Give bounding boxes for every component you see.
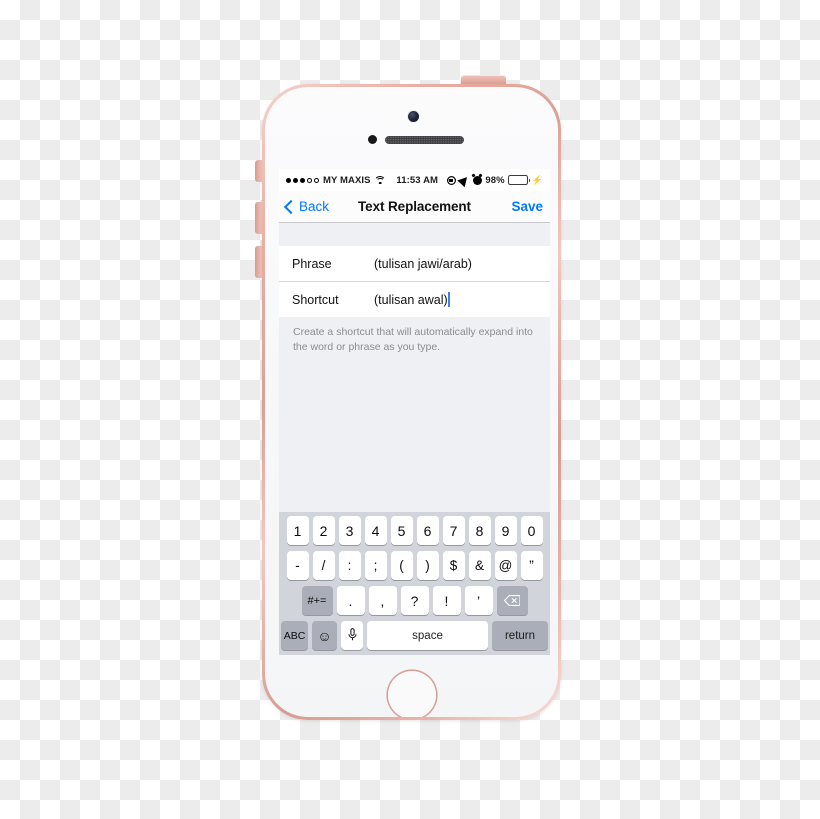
key-2[interactable]: 2 [312, 516, 335, 545]
chevron-left-icon [283, 199, 299, 214]
key-4[interactable]: 4 [364, 516, 387, 545]
phrase-input[interactable]: (tulisan jawi/arab) [374, 257, 537, 271]
earpiece-speaker-icon [385, 136, 464, 144]
key-apostrophe[interactable]: ’ [464, 586, 493, 615]
key-paren-open[interactable]: ( [390, 551, 413, 580]
key-quote[interactable]: ” [520, 551, 543, 580]
shortcut-input[interactable]: (tulisan awal) [374, 292, 537, 307]
phrase-value: (tulisan jawi/arab) [374, 256, 472, 271]
wifi-icon [374, 175, 387, 185]
key-paren-close[interactable]: ) [416, 551, 439, 580]
phone-frame: MY MAXIS 11:53 AM 98% ⚡ Back Text Replac… [262, 84, 561, 720]
proximity-sensor-icon [368, 135, 377, 144]
back-button-label: Back [299, 199, 330, 214]
phrase-row[interactable]: Phrase (tulisan jawi/arab) [279, 246, 550, 281]
keyboard-row-bottom: ABC ☺ space return [281, 621, 548, 650]
home-button[interactable] [387, 671, 436, 717]
key-5[interactable]: 5 [390, 516, 413, 545]
shortcut-label: Shortcut [292, 292, 339, 307]
key-hyphen[interactable]: - [286, 551, 309, 580]
dictation-key[interactable] [341, 621, 363, 650]
keyboard-row-numbers: 1 2 3 4 5 6 7 8 9 0 [281, 516, 548, 545]
key-semicolon[interactable]: ; [364, 551, 387, 580]
shortcut-value: (tulisan awal) [374, 292, 448, 307]
microphone-icon [348, 627, 357, 644]
clock-label: 11:53 AM [396, 174, 439, 186]
key-comma[interactable]: , [368, 586, 397, 615]
carrier-label: MY MAXIS [323, 174, 371, 186]
keyboard-row-symbols: - / : ; ( ) $ & @ ” [281, 551, 548, 580]
section-gap [279, 223, 550, 246]
shortcut-row[interactable]: Shortcut (tulisan awal) [279, 281, 550, 317]
key-colon[interactable]: : [338, 551, 361, 580]
key-9[interactable]: 9 [494, 516, 517, 545]
front-camera-icon [408, 111, 419, 122]
key-3[interactable]: 3 [338, 516, 361, 545]
key-6[interactable]: 6 [416, 516, 439, 545]
key-exclamation[interactable]: ! [432, 586, 461, 615]
backspace-icon [504, 595, 520, 606]
key-at[interactable]: @ [494, 551, 517, 580]
key-dollar[interactable]: $ [442, 551, 465, 580]
key-period[interactable]: . [336, 586, 365, 615]
key-question[interactable]: ? [400, 586, 429, 615]
key-abc-toggle[interactable]: ABC [281, 621, 308, 650]
battery-icon [508, 175, 531, 185]
phrase-label: Phrase [292, 256, 332, 271]
key-symbols-toggle[interactable]: #+= [301, 586, 333, 615]
key-1[interactable]: 1 [286, 516, 309, 545]
key-8[interactable]: 8 [468, 516, 491, 545]
return-key[interactable]: return [492, 621, 548, 650]
key-7[interactable]: 7 [442, 516, 465, 545]
keyboard-row-punctuation: #+= . , ? ! ’ [281, 586, 548, 615]
battery-percent-label: 98% [485, 174, 505, 186]
helper-text: Create a shortcut that will automaticall… [293, 326, 533, 353]
key-0[interactable]: 0 [520, 516, 543, 545]
text-cursor [448, 292, 450, 307]
on-screen-keyboard: 1 2 3 4 5 6 7 8 9 0 - / : ; () $ & @ ” … [279, 512, 550, 655]
navigation-bar: Back Text Replacement Save [279, 191, 550, 223]
charging-bolt-icon: ⚡ [531, 174, 543, 185]
alarm-clock-icon [472, 175, 482, 185]
space-key[interactable]: space [367, 621, 488, 650]
save-button[interactable]: Save [511, 199, 543, 214]
rotation-lock-icon [447, 176, 456, 185]
location-arrow-icon [457, 173, 472, 187]
phone-screen: MY MAXIS 11:53 AM 98% ⚡ Back Text Replac… [279, 169, 550, 655]
signal-strength-icon [286, 177, 319, 183]
text-replacement-form: Phrase (tulisan jawi/arab) Shortcut (tul… [279, 246, 550, 317]
phone-body: MY MAXIS 11:53 AM 98% ⚡ Back Text Replac… [265, 87, 558, 717]
emoji-key[interactable]: ☺ [312, 621, 337, 650]
status-bar: MY MAXIS 11:53 AM 98% ⚡ [279, 169, 550, 191]
key-ampersand[interactable]: & [468, 551, 491, 580]
delete-key[interactable] [496, 586, 528, 615]
key-slash[interactable]: / [312, 551, 335, 580]
iphone-device: MY MAXIS 11:53 AM 98% ⚡ Back Text Replac… [255, 75, 561, 720]
back-button[interactable]: Back [283, 199, 330, 214]
smiley-face-icon: ☺ [317, 627, 332, 644]
